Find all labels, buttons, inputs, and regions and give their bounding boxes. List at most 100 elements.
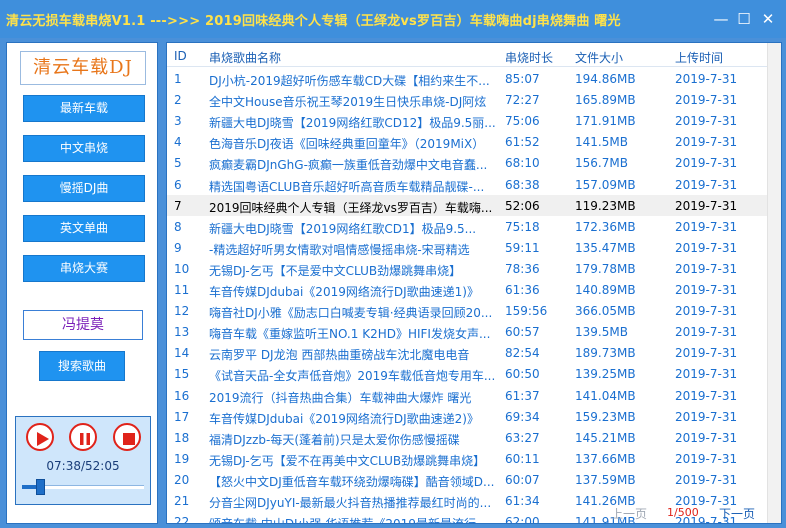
play-button[interactable]: [26, 423, 54, 451]
pause-button[interactable]: [69, 423, 97, 451]
row-id: 7: [174, 198, 182, 213]
row-duration: 63:27: [505, 430, 540, 445]
row-upload-time: 2019-7-31: [675, 114, 738, 129]
progress-thumb[interactable]: [35, 479, 45, 495]
row-upload-time: 2019-7-31: [675, 430, 738, 445]
table-row[interactable]: 19 无锡DJ-乞丐【爱不在再美中文CLUB劲爆跳舞串烧】 60:11 137.66M…: [167, 448, 767, 469]
row-id: 20: [174, 472, 190, 487]
close-button[interactable]: ✕: [757, 8, 779, 30]
table-row[interactable]: 20 【怒火中文DJ重低音车载环绕劲爆嗨碟】酷音领域D... 60:07 137.59…: [167, 469, 767, 490]
title-bar: 清云无损车载串烧V1.1 --->>> 2019回味经典个人专辑（王绎龙vs罗百…: [0, 0, 786, 38]
row-upload-time: 2019-7-31: [675, 198, 738, 213]
row-id: 15: [174, 367, 190, 382]
row-id: 4: [174, 135, 182, 150]
nav-chinese-medley-button[interactable]: 中文串烧: [23, 135, 145, 162]
vertical-scrollbar[interactable]: [767, 43, 781, 523]
table-row[interactable]: 7 2019回味经典个人专辑（王绎龙vs罗百吉）车载嗨... 52:06 119.23…: [167, 194, 767, 216]
minimize-button[interactable]: —: [710, 8, 732, 30]
table-row[interactable]: 14 云南罗平 DJ龙泡 西部热曲重磅战车沈北魔电电音 82:54 189.73MB 2…: [167, 342, 767, 363]
row-name: 嗨音社DJ小雅《励志口白喊麦专辑·经典语录回顾20...: [209, 306, 493, 321]
nav-latest-button[interactable]: 最新车载: [23, 95, 145, 122]
row-duration: 68:38: [505, 177, 540, 192]
table-row[interactable]: 18 福清DJzzb-每天(蓬着前)只是太爱你伤感慢摇碟 63:27 145.21MB…: [167, 427, 767, 448]
row-id: 17: [174, 409, 190, 424]
table-row[interactable]: 9 -精选超好听男女情歌对唱情感慢摇串烧-宋哥精选 59:11 135.47MB 201…: [167, 237, 767, 258]
row-name: 色海音乐DJ夜语《回味经典重回童年》（2019MiX）: [209, 137, 485, 152]
row-upload-time: 2019-7-31: [675, 346, 738, 361]
row-size: 366.05MB: [575, 304, 636, 319]
app-logo: 清云车载DJ: [20, 51, 146, 85]
row-upload-time: 2019-7-31: [675, 177, 738, 192]
table-row[interactable]: 6 精选国粤语CLUB音乐超好听高音质车载精品靓碟-... 68:38 157.09M…: [167, 174, 767, 195]
row-size: 137.66MB: [575, 451, 636, 466]
header-upload-time[interactable]: 上传时间: [675, 49, 723, 66]
song-list-panel: ID 串烧歌曲名称 串烧时长 文件大小 上传时间 1 DJ小杭-2019超好听伤感…: [166, 42, 782, 524]
stop-button[interactable]: [113, 423, 141, 451]
prev-page-link[interactable]: 上一页: [611, 505, 647, 522]
table-row[interactable]: 2 全中文House音乐祝王琴2019生日快乐串烧-DJ阿炫 72:27 165.89…: [167, 89, 767, 110]
table-row[interactable]: 11 车音传媒DJdubai《2019网络流行DJ歌曲速递1)》 61:36 140.…: [167, 279, 767, 300]
row-id: 5: [174, 156, 182, 171]
row-name: DJ小杭-2019超好听伤感车载CD大碟【相约来生不...: [209, 74, 490, 88]
row-name: 全中文House音乐祝王琴2019生日快乐串烧-DJ阿炫: [209, 95, 487, 110]
row-name: 新疆大电DJ晓雪【2019网络红歌CD12】极品9.5丽...: [209, 116, 495, 131]
row-id: 9: [174, 240, 182, 255]
row-size: 139.5MB: [575, 325, 628, 340]
table-row[interactable]: 12 嗨音社DJ小雅《励志口白喊麦专辑·经典语录回顾20... 159:56 366.…: [167, 300, 767, 321]
row-upload-time: 2019-7-31: [675, 261, 738, 276]
nav-slow-dj-button[interactable]: 慢摇DJ曲: [23, 175, 145, 202]
table-row[interactable]: 15 《试音天品-全女声低音炮》2019车载低音炮专用车... 60:50 139.2…: [167, 363, 767, 384]
playback-time: 07:38/52:05: [46, 459, 120, 473]
row-size: 137.59MB: [575, 472, 636, 487]
table-row[interactable]: 16 2019流行（抖音热曲合集）车载神曲大爆炸 曙光 61:37 141.04MB 2…: [167, 385, 767, 406]
table-row[interactable]: 4 色海音乐DJ夜语《回味经典重回童年》（2019MiX） 61:52 141.5MB…: [167, 131, 767, 152]
table-row[interactable]: 5 疯癫麦霸DJnGhG-疯癫一族重低音劲爆中文电音蠢... 68:10 156.7M…: [167, 152, 767, 173]
page-indicator: 1/500: [667, 506, 699, 519]
row-duration: 78:36: [505, 261, 540, 276]
table-row[interactable]: 8 新疆大电DJ晓雪【2019网络红歌CD1】极品9.5... 75:18 172.3…: [167, 216, 767, 237]
header-size[interactable]: 文件大小: [575, 49, 623, 66]
header-id[interactable]: ID: [174, 49, 187, 63]
maximize-button[interactable]: ☐: [733, 8, 755, 30]
row-upload-time: 2019-7-31: [675, 72, 738, 86]
row-id: 2: [174, 93, 182, 108]
progress-slider[interactable]: [22, 479, 144, 495]
table-row[interactable]: 1 DJ小杭-2019超好听伤感车载CD大碟【相约来生不... 85:07 194.8…: [167, 68, 767, 89]
nav-medley-contest-button[interactable]: 串烧大赛: [23, 255, 145, 282]
row-duration: 159:56: [505, 304, 548, 319]
row-duration: 68:10: [505, 156, 540, 171]
row-upload-time: 2019-7-31: [675, 304, 738, 319]
row-size: 194.86MB: [575, 72, 636, 86]
row-name: 车音传媒DJdubai《2019网络流行DJ歌曲速递2)》: [209, 411, 479, 426]
row-size: 135.47MB: [575, 240, 636, 255]
row-name: 福清DJzzb-每天(蓬着前)只是太爱你伤感慢摇碟: [209, 432, 460, 447]
table-row[interactable]: 3 新疆大电DJ晓雪【2019网络红歌CD12】极品9.5丽... 75:06 171…: [167, 110, 767, 131]
row-duration: 69:34: [505, 409, 540, 424]
search-button[interactable]: 搜索歌曲: [39, 351, 125, 381]
row-duration: 82:54: [505, 346, 540, 361]
table-row[interactable]: 13 嗨音车载《重嫁监听王NO.1 K2HD》HIFI发烧女声... 60:57 13…: [167, 321, 767, 342]
row-upload-time: 2019-7-31: [675, 325, 738, 340]
row-duration: 52:06: [505, 198, 540, 213]
window-title: 清云无损车载串烧V1.1 --->>> 2019回味经典个人专辑（王绎龙vs罗百…: [6, 14, 621, 29]
header-duration[interactable]: 串烧时长: [505, 49, 553, 66]
row-duration: 60:57: [505, 325, 540, 340]
table-row[interactable]: 10 无锡DJ-乞丐【不是爱中文CLUB劲爆跳舞串烧】 78:36 179.78MB 2…: [167, 258, 767, 279]
row-duration: 60:50: [505, 367, 540, 382]
search-input[interactable]: 冯提莫: [23, 310, 143, 340]
next-page-link[interactable]: 下一页: [719, 505, 755, 522]
row-duration: 60:11: [505, 451, 540, 466]
table-row[interactable]: 17 车音传媒DJdubai《2019网络流行DJ歌曲速递2)》 69:34 159.…: [167, 406, 767, 427]
row-size: 189.73MB: [575, 346, 636, 361]
row-size: 140.89MB: [575, 283, 636, 297]
row-size: 141.5MB: [575, 135, 628, 150]
header-name[interactable]: 串烧歌曲名称: [209, 49, 281, 66]
play-icon: [37, 432, 49, 446]
row-upload-time: 2019-7-31: [675, 93, 738, 108]
nav-english-single-button[interactable]: 英文单曲: [23, 215, 145, 242]
row-size: 139.25MB: [575, 367, 636, 382]
row-duration: 61:36: [505, 283, 540, 297]
sidebar: 清云车载DJ 最新车载 中文串烧 慢摇DJ曲 英文单曲 串烧大赛 冯提莫 搜索歌…: [6, 42, 158, 524]
row-name: 《试音天品-全女声低音炮》2019车载低音炮专用车...: [209, 369, 495, 384]
row-id: 8: [174, 219, 182, 234]
